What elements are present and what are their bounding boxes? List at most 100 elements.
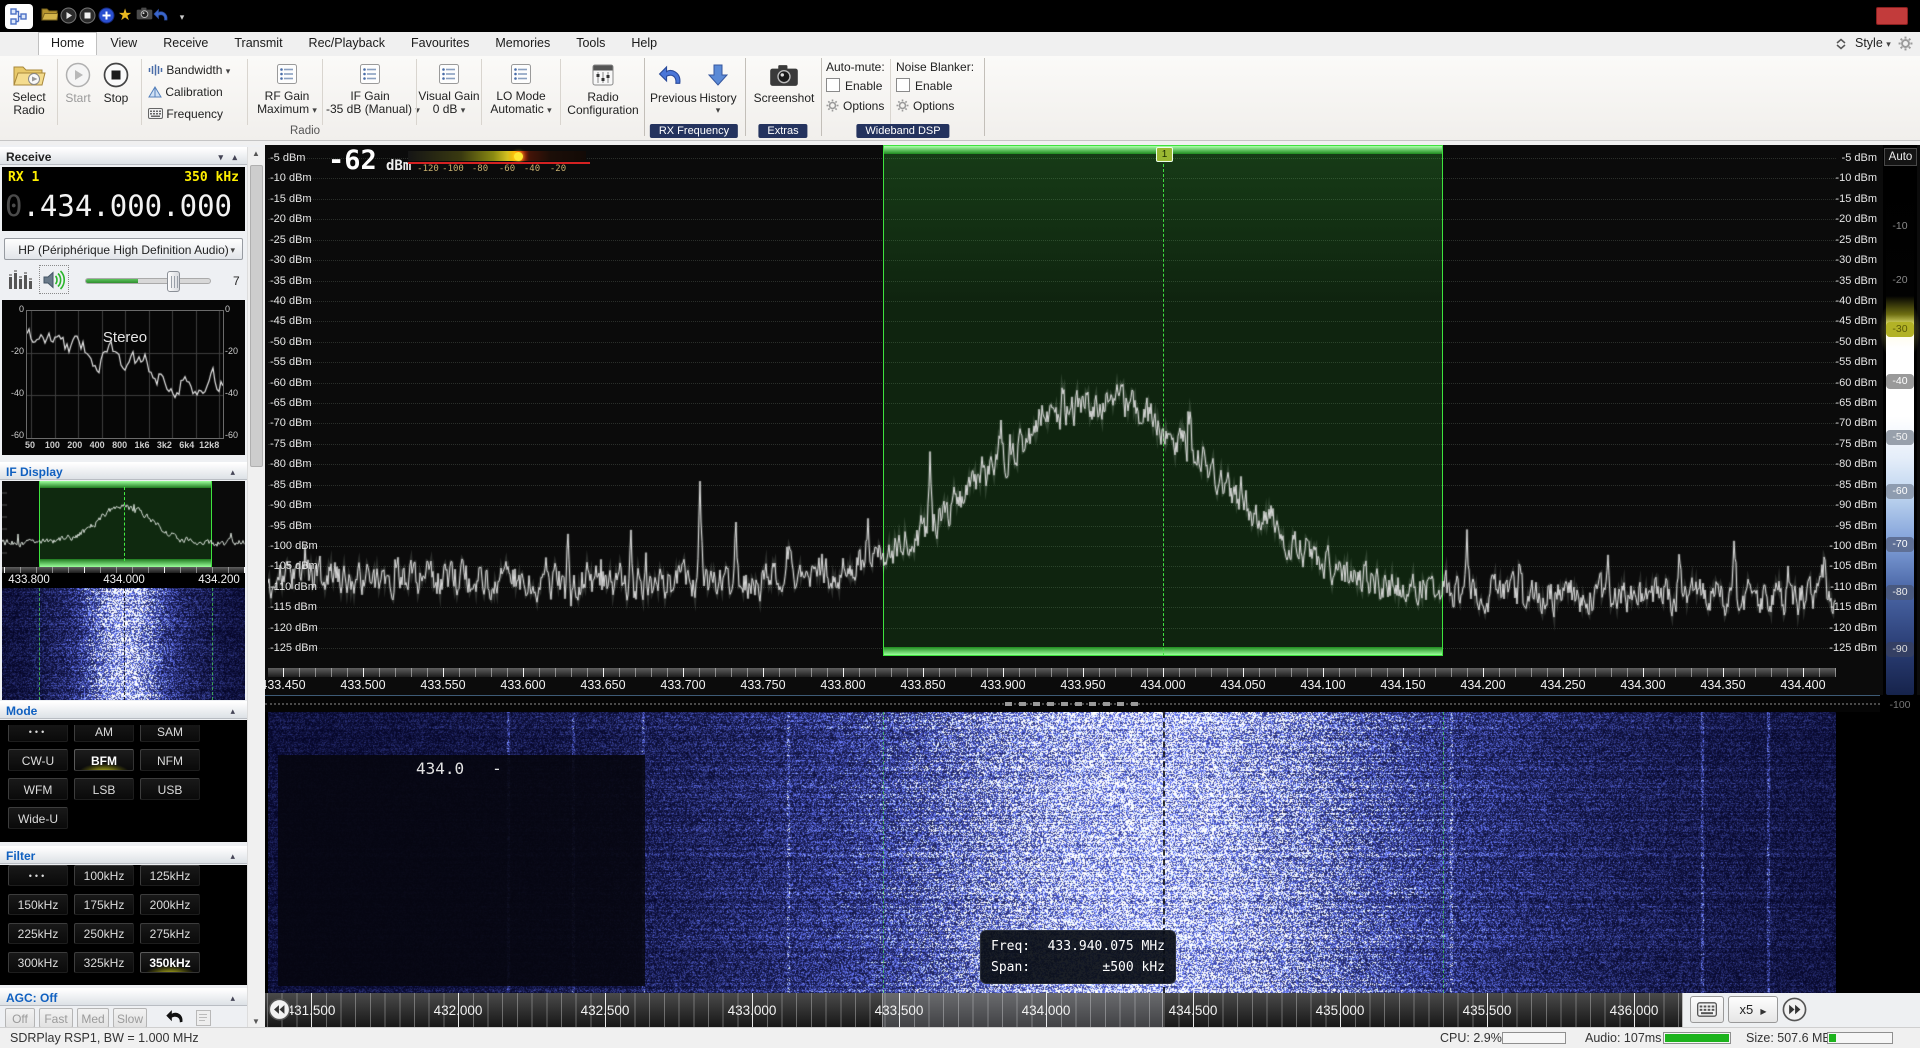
bandwidth-button[interactable]: Bandwidth ▾: [148, 62, 230, 78]
waterfall-palette-strip[interactable]: Auto -10-20-30-40-50-60-70-80-90-100: [1883, 145, 1917, 993]
previous-button[interactable]: Previous: [650, 59, 694, 105]
qat-dropdown-icon[interactable]: ▾: [173, 7, 191, 25]
filter-button-300khz[interactable]: 300kHz: [8, 952, 68, 973]
palette-tick--80[interactable]: -80: [1886, 585, 1914, 600]
agc-panel-header[interactable]: AGC: Off▴: [0, 988, 247, 1006]
waterfall-panel[interactable]: 434.0- Freq:433.940.075 MHz Span:±500 kH…: [268, 712, 1836, 993]
filter-panel-header[interactable]: Filter▴: [0, 846, 247, 864]
favourite-star-icon[interactable]: ★: [116, 7, 134, 25]
frequency-button[interactable]: Frequency: [148, 106, 223, 122]
radio-configuration-button[interactable]: Radio Configuration: [564, 59, 642, 117]
mode-panel-header[interactable]: Mode▴: [0, 701, 247, 719]
palette-tick--90[interactable]: -90: [1886, 642, 1914, 657]
add-icon[interactable]: [97, 7, 115, 25]
frequency-navigator[interactable]: 431.500432.000432.500433.000433.500434.0…: [265, 993, 1880, 1027]
auto-scale-button[interactable]: Auto: [1884, 148, 1917, 166]
stop-icon[interactable]: [78, 7, 96, 25]
sidebar-scrollbar[interactable]: ▲ ▼: [247, 147, 263, 1028]
tab-favourites[interactable]: Favourites: [398, 32, 482, 54]
agc-button-slow[interactable]: Slow: [113, 1008, 147, 1028]
start-button[interactable]: Start: [60, 59, 96, 105]
ribbon-dropdown-if-gain[interactable]: IF Gain-35 dB (Manual) ▾: [326, 59, 414, 117]
filter-button-225khz[interactable]: 225kHz: [8, 923, 68, 944]
nav-zoom-button[interactable]: x5 ▶: [1728, 996, 1778, 1023]
ribbon-dropdown-rf-gain[interactable]: RF GainMaximum ▾: [252, 59, 322, 117]
tab-view[interactable]: View: [97, 32, 150, 54]
open-folder-icon[interactable]: [40, 7, 58, 25]
mode-button-cwu[interactable]: CW-U: [8, 749, 68, 771]
settings-gear-icon[interactable]: [1898, 36, 1913, 54]
collapse-icon[interactable]: ▴: [230, 463, 235, 481]
mode-button-wideu[interactable]: Wide-U: [8, 807, 68, 829]
if-waterfall[interactable]: [2, 588, 245, 700]
screenshot-button[interactable]: Screenshot: [749, 59, 819, 105]
colorbar[interactable]: [408, 151, 586, 161]
spectrum-trace-canvas[interactable]: [268, 145, 1836, 668]
mode-button-wfm[interactable]: WFM: [8, 778, 68, 800]
if-display-panel-header[interactable]: IF Display▴: [0, 462, 247, 480]
noise-blanker-enable-checkbox[interactable]: Enable: [896, 78, 980, 99]
mode-button-lsb[interactable]: LSB: [74, 778, 134, 800]
mode-button-usb[interactable]: USB: [140, 778, 200, 800]
colorbar-marker-dot[interactable]: [514, 152, 523, 161]
collapse-icon[interactable]: ▴: [230, 989, 235, 1007]
mode-button-nfm[interactable]: NFM: [140, 749, 200, 771]
nav-step-down-button[interactable]: [268, 998, 291, 1024]
history-button[interactable]: History ▾: [696, 59, 740, 116]
filter-button-[interactable]: •••: [8, 865, 68, 886]
filter-button-200khz[interactable]: 200kHz: [140, 894, 200, 915]
ribbon-dropdown-lo-mode[interactable]: LO ModeAutomatic ▾: [484, 59, 558, 117]
agc-button-off[interactable]: Off: [5, 1008, 35, 1028]
collapse-icon[interactable]: ▴: [230, 847, 235, 865]
noise-blanker-options-button[interactable]: Options: [896, 99, 980, 119]
close-button[interactable]: [1876, 7, 1908, 25]
auto-mute-options-button[interactable]: Options: [826, 99, 888, 119]
tab-memories[interactable]: Memories: [482, 32, 563, 54]
undo-icon[interactable]: [153, 7, 171, 25]
tab-help[interactable]: Help: [618, 32, 670, 54]
volume-slider[interactable]: [85, 278, 211, 284]
filter-button-350khz[interactable]: 350kHz: [140, 952, 200, 973]
collapse-down-icon[interactable]: ▾: [218, 148, 223, 166]
tab-tools[interactable]: Tools: [563, 32, 618, 54]
tab-rec-playback[interactable]: Rec/Playback: [296, 32, 398, 54]
audio-device-dropdown[interactable]: HP (Périphérique High Definition Audio) …: [4, 238, 243, 260]
nav-step-up-button[interactable]: [1782, 997, 1807, 1025]
calibration-button[interactable]: Calibration: [148, 84, 223, 100]
palette-tick--50[interactable]: -50: [1886, 430, 1914, 445]
tab-home[interactable]: Home: [38, 32, 97, 55]
stop-button[interactable]: Stop: [98, 59, 134, 105]
filter-button-250khz[interactable]: 250kHz: [74, 923, 134, 944]
style-menu[interactable]: Style ▾: [1855, 36, 1891, 50]
pane-splitter[interactable]: [265, 695, 1880, 712]
tab-transmit[interactable]: Transmit: [221, 32, 295, 54]
undo-arrow-icon[interactable]: [165, 1008, 185, 1028]
select-radio-button[interactable]: Select Radio: [4, 59, 54, 117]
filter-button-100khz[interactable]: 100kHz: [74, 865, 134, 886]
filter-button-175khz[interactable]: 175kHz: [74, 894, 134, 915]
filter-button-275khz[interactable]: 275kHz: [140, 923, 200, 944]
equalizer-icon[interactable]: [8, 269, 32, 292]
ribbon-collapse-icon[interactable]: [1834, 37, 1848, 54]
scrollbar-thumb[interactable]: [250, 165, 263, 467]
palette-tick--70[interactable]: -70: [1886, 537, 1914, 552]
agc-button-med[interactable]: Med: [77, 1008, 109, 1028]
camera-icon[interactable]: [135, 7, 153, 25]
play-icon[interactable]: [59, 7, 77, 25]
filter-button-125khz[interactable]: 125kHz: [140, 865, 200, 886]
spectrum-plot[interactable]: 1 -62 dBm -120-100-80-60-40-20 433.45043…: [268, 145, 1836, 695]
collapse-icon[interactable]: ▴: [230, 702, 235, 720]
edit-icon[interactable]: [196, 1010, 211, 1026]
keyboard-entry-button[interactable]: [1690, 996, 1724, 1023]
rx-frequency-display[interactable]: RX 1 350 kHz 0.434.000.000: [2, 167, 245, 231]
receive-panel-header[interactable]: Receive ▾ ▴ ×: [0, 147, 263, 165]
auto-mute-enable-checkbox[interactable]: Enable: [826, 78, 888, 99]
filter-button-150khz[interactable]: 150kHz: [8, 894, 68, 915]
splitter-handle[interactable]: [1005, 702, 1145, 706]
ribbon-dropdown-visual-gain[interactable]: Visual Gain0 dB ▾: [418, 59, 480, 117]
volume-slider-thumb[interactable]: [167, 271, 180, 292]
filter-button-325khz[interactable]: 325kHz: [74, 952, 134, 973]
mode-button-bfm[interactable]: BFM: [74, 749, 134, 771]
collapse-up-icon[interactable]: ▴: [232, 148, 237, 166]
frequency-digits[interactable]: .434.000.000: [22, 189, 232, 223]
